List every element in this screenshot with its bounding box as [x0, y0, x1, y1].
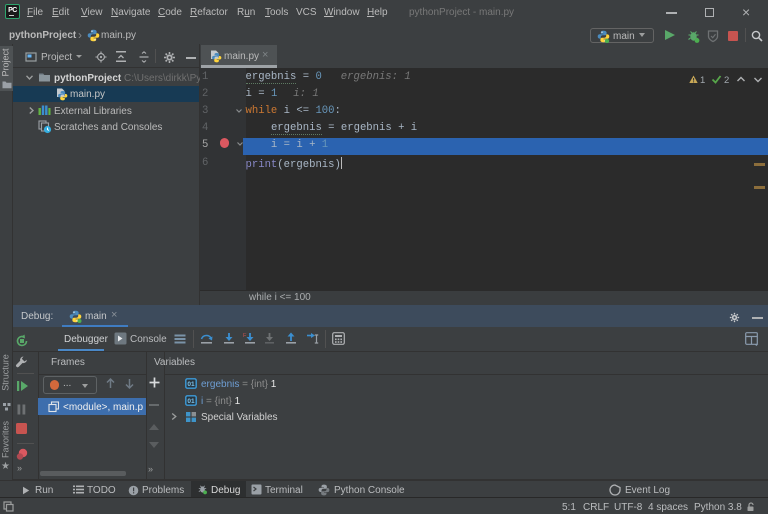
svg-text:01: 01 [187, 398, 195, 405]
svg-text:F: F [243, 333, 247, 339]
svg-text:01: 01 [187, 381, 195, 388]
